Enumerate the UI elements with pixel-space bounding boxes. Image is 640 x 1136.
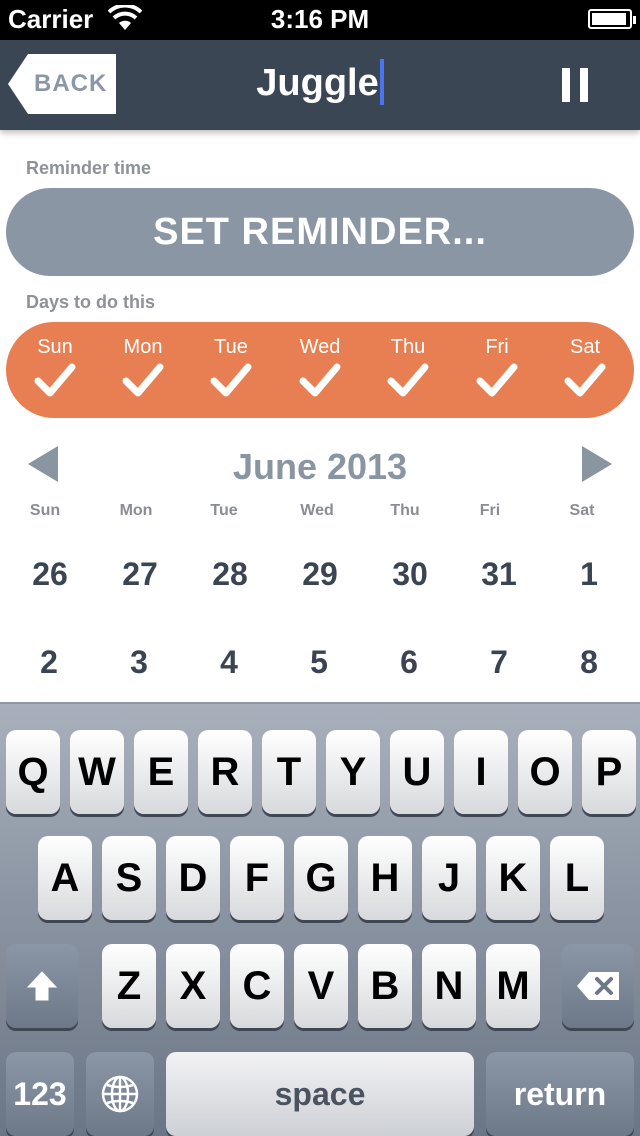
weekday-header: Tue	[210, 502, 238, 519]
day-name: Tue	[214, 336, 248, 358]
habit-title-text: Juggle	[256, 62, 379, 104]
day-name: Sun	[37, 336, 73, 358]
key-f[interactable]: F	[230, 836, 284, 920]
reminder-time-label: Reminder time	[26, 158, 152, 178]
text-cursor	[379, 58, 384, 105]
key-t[interactable]: T	[262, 730, 316, 814]
shift-key[interactable]	[6, 944, 78, 1028]
calendar-day[interactable]: 28	[185, 556, 275, 593]
pause-button[interactable]	[562, 68, 588, 102]
key-e[interactable]: E	[134, 730, 188, 814]
set-reminder-button[interactable]: SET REMINDER...	[6, 188, 634, 276]
calendar-day[interactable]: 7	[454, 644, 544, 681]
key-h[interactable]: H	[358, 836, 412, 920]
key-c[interactable]: C	[230, 944, 284, 1028]
shift-arrow-icon	[26, 971, 58, 1001]
checkmark-icon	[299, 363, 341, 397]
calendar-day[interactable]: 3	[94, 644, 184, 681]
battery-icon	[588, 9, 636, 29]
weekday-header: Mon	[119, 502, 153, 519]
days-label: Days to do this	[26, 292, 156, 312]
day-name: Wed	[299, 336, 341, 358]
status-bar: Carrier 3:16 PM	[0, 0, 640, 40]
calendar-day[interactable]: 5	[274, 644, 364, 681]
key-n[interactable]: N	[422, 944, 476, 1028]
calendar-day[interactable]: 31	[454, 556, 544, 593]
calendar-day[interactable]: 8	[544, 644, 634, 681]
key-p[interactable]: P	[582, 730, 636, 814]
key-k[interactable]: K	[486, 836, 540, 920]
calendar-month-title: June 2013	[232, 446, 408, 487]
days-selector: Sun Mon Tue Wed Thu Fri Sat	[6, 322, 634, 418]
habit-title[interactable]: Juggle	[150, 58, 490, 105]
key-r[interactable]: R	[198, 730, 252, 814]
checkmark-icon	[476, 363, 518, 397]
key-z[interactable]: Z	[102, 944, 156, 1028]
return-key[interactable]: return	[486, 1052, 634, 1136]
weekday-header: Sat	[569, 502, 595, 519]
key-g[interactable]: G	[294, 836, 348, 920]
pause-icon-bar-right	[580, 68, 588, 102]
delete-key[interactable]	[562, 944, 634, 1028]
weekday-header: Wed	[300, 502, 334, 519]
day-name: Mon	[123, 336, 163, 358]
next-month-button[interactable]	[580, 446, 612, 487]
status-time: 3:16 PM	[270, 4, 370, 34]
day-toggle-sat[interactable]: Sat	[540, 322, 630, 418]
weekday-header: Sun	[29, 502, 61, 519]
key-a[interactable]: A	[38, 836, 92, 920]
space-key[interactable]: space	[166, 1052, 474, 1136]
key-l[interactable]: L	[550, 836, 604, 920]
backspace-icon	[577, 972, 619, 1000]
pause-icon-bar-left	[562, 68, 570, 102]
previous-month-button[interactable]	[28, 446, 60, 487]
checkmark-icon	[387, 363, 429, 397]
back-button-label: BACK	[34, 70, 108, 97]
key-q[interactable]: Q	[6, 730, 60, 814]
checkmark-icon	[122, 363, 164, 397]
calendar-day[interactable]: 6	[364, 644, 454, 681]
arrow-left-icon	[28, 446, 58, 482]
checkmark-icon	[210, 363, 252, 397]
day-toggle-tue[interactable]: Tue	[186, 322, 276, 418]
calendar-day[interactable]: 1	[544, 556, 634, 593]
key-v[interactable]: V	[294, 944, 348, 1028]
key-u[interactable]: U	[390, 730, 444, 814]
day-toggle-thu[interactable]: Thu	[363, 322, 453, 418]
checkmark-icon	[34, 363, 76, 397]
globe-key[interactable]	[86, 1052, 154, 1136]
key-d[interactable]: D	[166, 836, 220, 920]
key-j[interactable]: J	[422, 836, 476, 920]
key-i[interactable]: I	[454, 730, 508, 814]
calendar-day[interactable]: 29	[275, 556, 365, 593]
day-toggle-mon[interactable]: Mon	[98, 322, 188, 418]
day-name: Fri	[485, 336, 509, 358]
weekday-header: Thu	[390, 502, 420, 519]
key-s[interactable]: S	[102, 836, 156, 920]
key-x[interactable]: X	[166, 944, 220, 1028]
day-toggle-sun[interactable]: Sun	[10, 322, 100, 418]
day-toggle-wed[interactable]: Wed	[275, 322, 365, 418]
key-w[interactable]: W	[70, 730, 124, 814]
key-o[interactable]: O	[518, 730, 572, 814]
calendar-day[interactable]: 2	[4, 644, 94, 681]
nav-bar: BACK Juggle	[0, 40, 640, 130]
numbers-key[interactable]: 123	[6, 1052, 74, 1136]
weekday-header: Fri	[479, 502, 501, 519]
day-name: Sat	[569, 336, 601, 358]
key-b[interactable]: B	[358, 944, 412, 1028]
back-button[interactable]: BACK	[8, 54, 116, 114]
day-name: Thu	[390, 336, 426, 358]
key-y[interactable]: Y	[326, 730, 380, 814]
calendar-day[interactable]: 27	[95, 556, 185, 593]
arrow-right-icon	[582, 446, 612, 482]
globe-icon	[101, 1075, 139, 1113]
calendar-day[interactable]: 30	[365, 556, 455, 593]
calendar-day[interactable]: 4	[184, 644, 274, 681]
day-toggle-fri[interactable]: Fri	[452, 322, 542, 418]
keyboard: Q W E R T Y U I O P A S D F G H J K L Z …	[0, 702, 640, 1136]
key-m[interactable]: M	[486, 944, 540, 1028]
checkmark-icon	[564, 363, 606, 397]
calendar-day[interactable]: 26	[5, 556, 95, 593]
